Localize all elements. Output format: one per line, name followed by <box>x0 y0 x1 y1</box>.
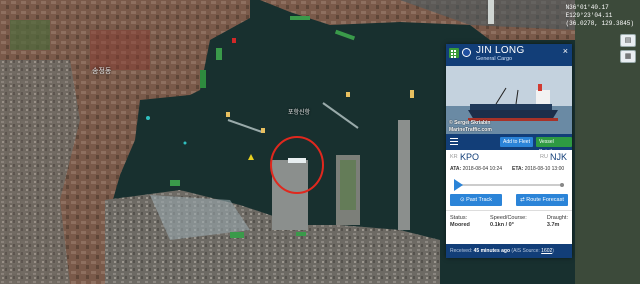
decimal-coords: (36.0278, 129.3845) <box>565 20 634 27</box>
target-vessel-marker <box>288 158 306 163</box>
speed-label: Speed/Course: <box>490 215 527 221</box>
map-controls: ▤ ▦ <box>620 34 636 63</box>
past-track-button[interactable]: ⊙ Past Track <box>450 194 502 206</box>
vessel-details-button[interactable]: Vessel Details <box>536 137 572 155</box>
draught-stat: Draught: 3.7m <box>547 215 568 229</box>
draught-value: 3.7m <box>546 222 560 228</box>
received-footer: Received: 45 minutes ago (AIS Source: 16… <box>446 244 572 258</box>
origin-port[interactable]: KPO <box>460 152 479 162</box>
photo-credit: © Sergei Skriabin <box>449 120 491 126</box>
route-forecast-label: Route Forecast <box>526 197 564 203</box>
ais-source-prefix: (AIS Source: <box>511 248 540 254</box>
grid-menu-icon[interactable] <box>449 48 459 58</box>
speed-stat: Speed/Course: 0.1kn / 0° <box>490 215 527 229</box>
voyage-route: KR KPO RU NJK ATA: 2018-08-04 10:24 ETA:… <box>446 150 572 211</box>
destination-port[interactable]: NJK <box>550 152 567 162</box>
panel-header: JIN LONG General Cargo × <box>446 44 572 66</box>
layers-icon[interactable]: ▤ <box>620 34 636 47</box>
ata-label: ATA: <box>450 166 462 172</box>
district-label: 송정동 <box>92 67 112 75</box>
eta-label: ETA: <box>512 166 524 172</box>
vessel-name: JIN LONG <box>476 45 525 56</box>
speed-value: 0.1kn / 0° <box>490 222 514 228</box>
destination-country: RU <box>540 154 548 160</box>
vessel-type: General Cargo <box>476 56 513 62</box>
status-stat: Status: Moored <box>450 215 470 229</box>
ata-time: ATA: 2018-08-04 10:24 <box>450 166 502 172</box>
ata-value: 2018-08-04 10:24 <box>462 166 503 172</box>
draught-label: Draught: <box>546 215 568 221</box>
past-track-label: Past Track <box>466 197 493 203</box>
ship-position-arrow-icon <box>454 179 463 191</box>
flag-icon <box>462 48 471 57</box>
vessel-photo[interactable]: © Sergei Skriabin MarineTraffic.com <box>446 66 572 134</box>
add-to-fleet-button[interactable]: Add to Fleet <box>500 137 533 147</box>
eta-time: ETA: 2018-08-10 13:00 <box>512 166 564 172</box>
voyage-progress-bar <box>454 184 564 186</box>
coordinate-readout: N36°01'40.17 E129°23'04.11 (36.0278, 129… <box>566 4 634 28</box>
close-icon[interactable]: × <box>563 46 568 56</box>
hamburger-menu-icon[interactable] <box>450 138 458 145</box>
latitude: N36°01'40.17 <box>565 4 609 11</box>
port-label: 포항신항 <box>288 109 311 116</box>
eta-value: 2018-08-10 13:00 <box>524 166 565 172</box>
longitude: E129°23'04.11 <box>565 12 613 19</box>
ais-source-suffix: ) <box>552 248 554 254</box>
photo-brand: MarineTraffic.com <box>449 127 492 133</box>
ais-source-link[interactable]: 1602 <box>541 248 552 254</box>
origin-country: KR <box>450 154 458 160</box>
map-type-icon[interactable]: ▦ <box>620 50 636 63</box>
received-value: 45 minutes ago <box>473 248 511 254</box>
vessel-stats: Status: Moored Speed/Course: 0.1kn / 0° … <box>446 211 572 229</box>
vessel-info-panel: JIN LONG General Cargo × © Sergei Skriab… <box>446 44 572 258</box>
destination-dot-icon <box>560 183 564 187</box>
action-bar: Add to Fleet Vessel Details <box>446 134 572 155</box>
route-forecast-button[interactable]: ⇄ Route Forecast <box>516 194 568 206</box>
status-label: Status: <box>450 215 468 221</box>
received-label: Received: <box>450 248 473 254</box>
status-value: Moored <box>450 222 470 228</box>
